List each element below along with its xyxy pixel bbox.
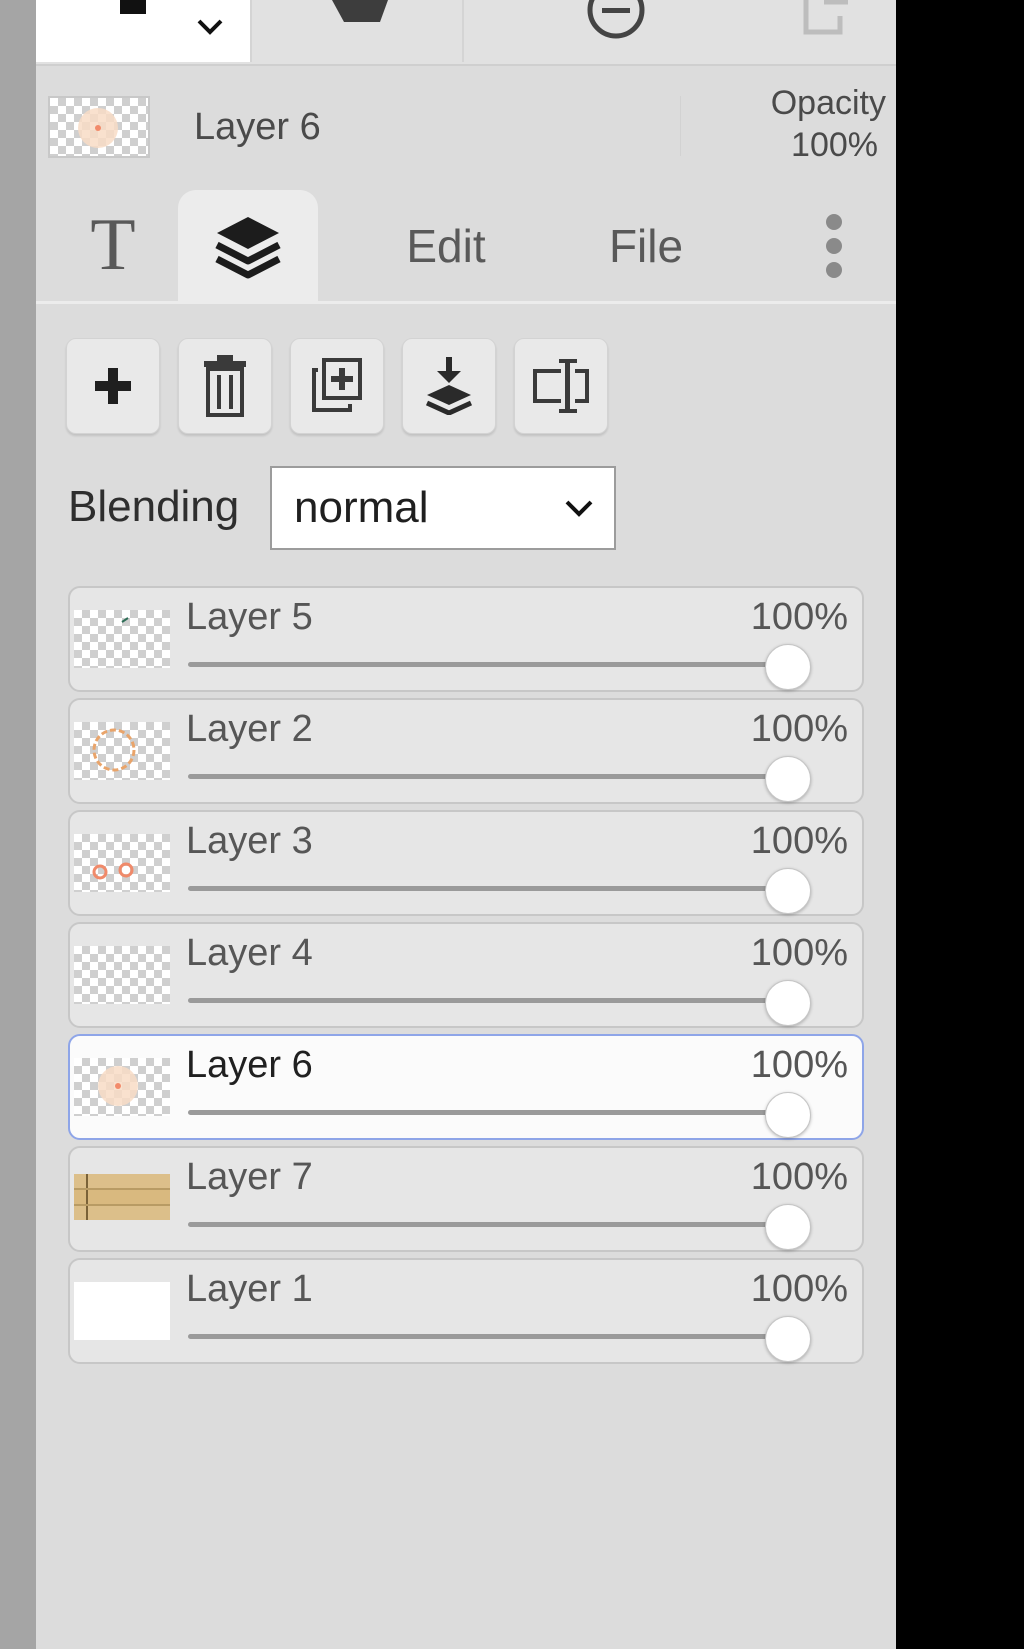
rename-layer-button[interactable] (514, 338, 608, 434)
slider-knob[interactable] (765, 1316, 811, 1362)
slider-track (188, 1110, 788, 1115)
layer-thumbnail (74, 834, 170, 892)
layer-row[interactable]: Layer 7 100% (68, 1146, 864, 1252)
merge-down-button[interactable] (402, 338, 496, 434)
layer-opacity-slider[interactable] (188, 756, 848, 802)
slider-knob[interactable] (765, 1204, 811, 1250)
layer-row[interactable]: Layer 5 100% (68, 586, 864, 692)
tab-file[interactable]: File (576, 190, 716, 301)
layer-opacity-slider[interactable] (188, 980, 848, 1026)
trash-icon (204, 355, 246, 417)
tab-layers[interactable] (178, 190, 318, 301)
slider-knob[interactable] (765, 1092, 811, 1138)
delete-layer-button[interactable] (178, 338, 272, 434)
layer-name: Layer 2 (186, 708, 313, 750)
orange-circle-icon (92, 728, 136, 772)
rename-icon (533, 359, 589, 413)
slider-track (188, 662, 788, 667)
add-layer-button[interactable] (66, 338, 160, 434)
duplicate-layer-button[interactable] (290, 338, 384, 434)
layer-name: Layer 3 (186, 820, 313, 862)
layer-opacity: 100% (750, 820, 848, 862)
zoom-out-icon[interactable] (584, 0, 648, 40)
slider-track (188, 1222, 788, 1227)
export-icon[interactable] (802, 0, 852, 40)
header-divider (680, 96, 681, 156)
slider-track (188, 998, 788, 1003)
slider-track (188, 1334, 788, 1339)
window-background (896, 0, 1024, 1649)
tool-bar (36, 0, 896, 66)
layer-name: Layer 7 (186, 1156, 313, 1198)
slider-track (188, 774, 788, 779)
sketch-stroke-icon (121, 617, 129, 623)
peach-circle-icon (78, 108, 118, 148)
layer-row[interactable]: Layer 1 100% (68, 1258, 864, 1364)
slider-knob[interactable] (765, 868, 811, 914)
chevron-down-icon[interactable] (196, 18, 224, 36)
toolbar-divider (462, 0, 464, 62)
red-marks-icon (92, 862, 134, 880)
current-layer-name[interactable]: Layer 6 (194, 106, 321, 149)
layer-name: Layer 5 (186, 596, 313, 638)
merge-down-icon (425, 357, 473, 415)
layer-row[interactable]: Layer 3 100% (68, 810, 864, 916)
slider-knob[interactable] (765, 644, 811, 690)
more-vertical-icon (826, 213, 842, 278)
tool-brush-button[interactable] (36, 0, 250, 62)
tab-more[interactable] (796, 190, 872, 301)
layer-opacity-slider[interactable] (188, 1316, 848, 1362)
layer-opacity: 100% (750, 708, 848, 750)
slider-knob[interactable] (765, 756, 811, 802)
layer-row[interactable]: Layer 4 100% (68, 922, 864, 1028)
blending-selected-value: normal (294, 483, 429, 532)
duplicate-icon (312, 358, 362, 412)
layer-name: Layer 4 (186, 932, 313, 974)
blending-select[interactable]: normal (270, 466, 616, 550)
current-layer-header: Layer 6 Opacity 100% (36, 68, 896, 188)
layers-panel: Layer 6 Opacity 100% T Edit File Blendin… (36, 0, 896, 1649)
layer-opacity: 100% (750, 1156, 848, 1198)
layer-thumbnail (74, 1282, 170, 1340)
hand-icon[interactable] (330, 0, 390, 24)
layer-opacity: 100% (750, 932, 848, 974)
layer-name: Layer 1 (186, 1268, 313, 1310)
layer-thumbnail (74, 610, 170, 668)
layer-opacity-slider[interactable] (188, 868, 848, 914)
slider-knob[interactable] (765, 980, 811, 1026)
canvas-edge (0, 0, 36, 1649)
opacity-label[interactable]: Opacity (696, 82, 886, 124)
chevron-down-icon (565, 500, 593, 517)
tab-edit[interactable]: Edit (376, 190, 516, 301)
blending-label: Blending (68, 482, 240, 531)
current-layer-thumbnail[interactable] (48, 96, 150, 158)
brush-icon (120, 0, 146, 14)
layer-thumbnail (74, 722, 170, 780)
layer-opacity-slider[interactable] (188, 1092, 848, 1138)
toolbar-divider (250, 0, 252, 62)
peach-circle-icon (98, 1066, 138, 1106)
layer-opacity: 100% (750, 1268, 848, 1310)
slider-track (188, 886, 788, 891)
layer-row-selected[interactable]: Layer 6 100% (68, 1034, 864, 1140)
opacity-value[interactable]: 100% (696, 124, 878, 166)
layer-thumbnail (74, 946, 170, 1004)
layer-opacity: 100% (750, 1044, 848, 1086)
panel-tabs: T Edit File (36, 190, 896, 304)
layer-name: Layer 6 (186, 1044, 313, 1086)
layer-opacity: 100% (750, 596, 848, 638)
layers-icon (215, 216, 281, 278)
layer-thumbnail (74, 1058, 170, 1116)
plus-icon (95, 368, 131, 404)
tab-text[interactable]: T (54, 190, 172, 301)
wood-planks-icon (74, 1174, 170, 1220)
layer-row[interactable]: Layer 2 100% (68, 698, 864, 804)
layer-opacity-slider[interactable] (188, 1204, 848, 1250)
layer-thumbnail (74, 1170, 170, 1228)
layer-opacity-slider[interactable] (188, 644, 848, 690)
